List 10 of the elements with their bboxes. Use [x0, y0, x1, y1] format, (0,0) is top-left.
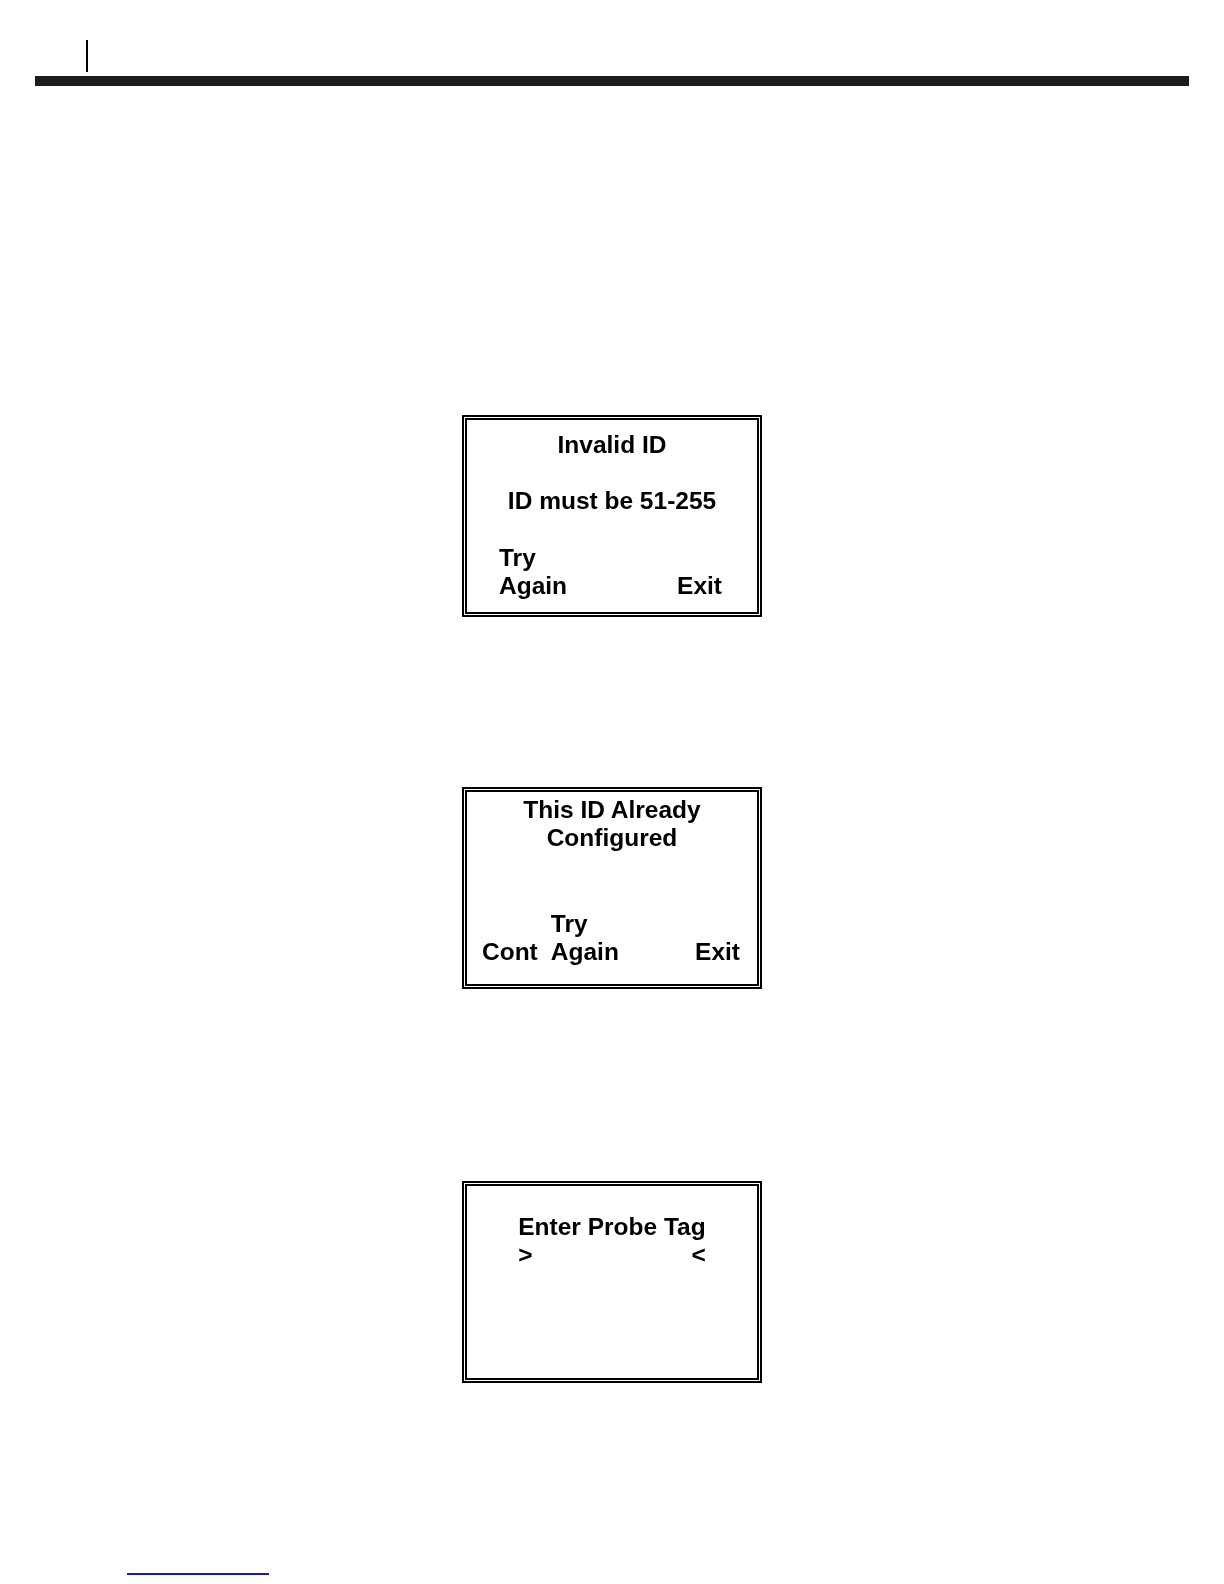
prompt-text: Enter Probe Tag: [518, 1213, 706, 1241]
softkey-label[interactable]: Exit: [677, 572, 722, 600]
softkey-label[interactable]: Try Again: [499, 544, 568, 600]
screen-title: This ID Already Configured: [522, 796, 702, 852]
softkey-label[interactable]: Exit: [695, 938, 740, 966]
screen-message: ID must be 51-255: [506, 487, 718, 515]
tag-entry-field[interactable]: > <: [518, 1241, 706, 1268]
softkey-label[interactable]: Cont: [482, 938, 538, 966]
screen-title: Invalid ID: [556, 431, 668, 459]
softkey-label[interactable]: Try Again: [550, 910, 619, 966]
